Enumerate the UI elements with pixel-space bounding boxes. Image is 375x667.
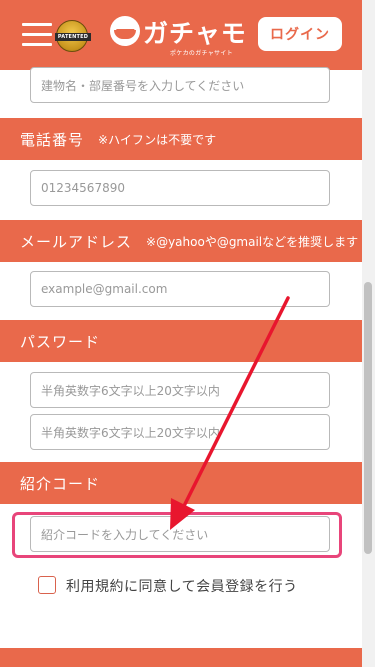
patented-badge-text: PATENTED	[55, 33, 91, 41]
logo-subtitle: ポケカのガチャサイト	[170, 50, 233, 57]
phone-note: ※ハイフンは不要です	[98, 132, 217, 147]
email-section-header: メールアドレス ※@yahooや@gmailなどを推奨します	[0, 220, 362, 262]
password-section-header: パスワード	[0, 320, 362, 362]
login-button[interactable]: ログイン	[258, 17, 342, 51]
referral-title: 紹介コード	[20, 474, 101, 493]
scrollbar-thumb[interactable]	[364, 282, 372, 554]
password-confirm-input[interactable]: 半角英数字6文字以上20文字以内	[30, 414, 330, 450]
site-header: PATENTED ガチャモ ポケカのガチャサイト ログイン	[0, 0, 362, 70]
referral-highlight-box	[12, 512, 342, 558]
phone-section-header: 電話番号 ※ハイフンは不要です	[0, 118, 362, 160]
terms-label[interactable]: 利用規約に同意して会員登録を行う	[66, 576, 298, 596]
building-name-input[interactable]: 建物名・部屋番号を入力してください	[30, 67, 330, 103]
referral-section-header: 紹介コード	[0, 462, 362, 504]
email-input[interactable]: example@gmail.com	[30, 271, 330, 307]
phone-input[interactable]: 01234567890	[30, 170, 330, 206]
patented-badge-icon: PATENTED	[55, 20, 91, 52]
terms-checkbox[interactable]	[38, 576, 56, 594]
logo-text[interactable]: ガチャモ	[143, 14, 247, 50]
phone-title: 電話番号	[20, 130, 85, 149]
password-title: パスワード	[20, 332, 101, 351]
email-title: メールアドレス	[20, 232, 133, 251]
hamburger-menu-icon[interactable]	[22, 20, 52, 46]
gachamo-logo-icon[interactable]	[110, 16, 140, 46]
bottom-bar	[0, 648, 362, 667]
email-note: ※@yahooや@gmailなどを推奨します	[146, 234, 359, 249]
password-input[interactable]: 半角英数字6文字以上20文字以内	[30, 372, 330, 408]
